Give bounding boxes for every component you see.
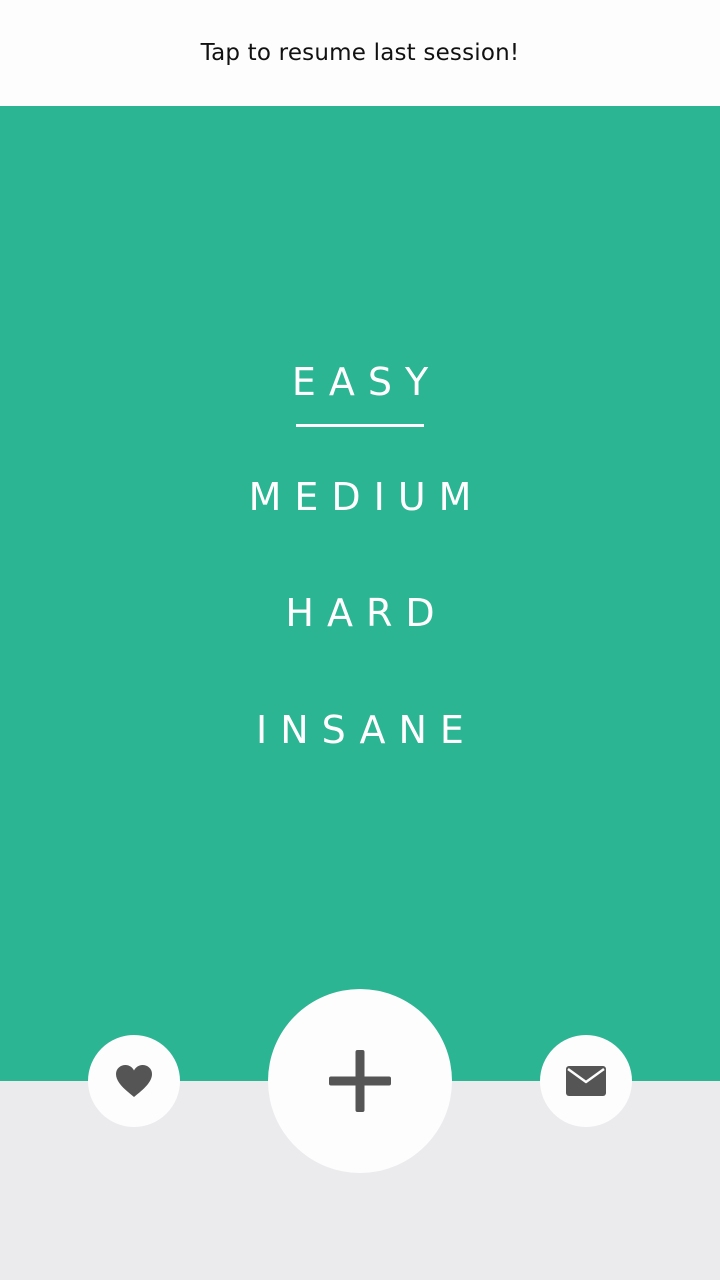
heart-icon <box>116 1065 152 1097</box>
mail-icon <box>566 1066 606 1096</box>
selected-difficulty-underline <box>296 424 424 427</box>
plus-icon <box>329 1050 391 1112</box>
resume-session-label: Tap to resume last session! <box>200 40 520 66</box>
contact-button[interactable] <box>540 1035 632 1127</box>
like-button[interactable] <box>88 1035 180 1127</box>
new-game-button[interactable] <box>268 989 452 1173</box>
resume-session-bar[interactable]: Tap to resume last session! <box>0 0 720 106</box>
difficulty-option-hard[interactable]: HARD <box>0 591 720 635</box>
difficulty-option-easy[interactable]: EASY <box>0 360 720 404</box>
difficulty-option-insane[interactable]: INSANE <box>0 708 720 752</box>
difficulty-option-medium[interactable]: MEDIUM <box>0 475 720 519</box>
